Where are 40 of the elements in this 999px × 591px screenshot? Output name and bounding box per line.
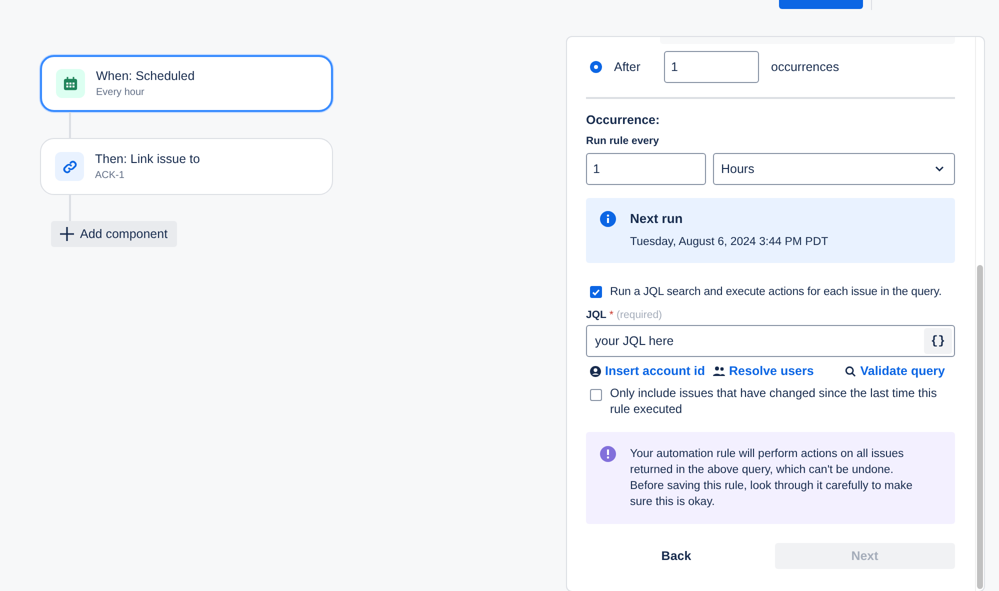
- rule-component-card[interactable]: Then: Link issue to ACK-1: [40, 138, 333, 195]
- exclamation-icon: [600, 446, 616, 462]
- info-icon: [600, 210, 616, 227]
- back-button[interactable]: Back: [586, 542, 766, 569]
- action-link[interactable]: Validate query: [845, 364, 945, 378]
- checkbox[interactable]: [590, 389, 602, 402]
- required-mark: *: [609, 308, 614, 322]
- action-link[interactable]: Insert account id: [590, 364, 706, 378]
- field-label: JQL: [586, 308, 606, 322]
- checkbox[interactable]: [590, 286, 602, 298]
- section-heading: Occurrence:: [586, 112, 661, 128]
- field-label: Run rule every: [586, 135, 660, 149]
- interval-input[interactable]: 1: [586, 152, 706, 185]
- action-link[interactable]: Resolve users: [713, 364, 814, 378]
- checkbox-label: Run a JQL search and execute actions for each issue in the query.: [610, 284, 942, 300]
- rule-component-card[interactable]: When: Scheduled Every hour: [40, 55, 333, 112]
- component-subtitle: Every hour: [96, 87, 146, 98]
- link-icon: [55, 152, 84, 181]
- search-icon: [845, 366, 856, 377]
- component-subtitle: ACK-1: [95, 170, 126, 181]
- people-icon: [713, 366, 726, 376]
- radio-label: After: [614, 58, 642, 76]
- plus-icon: [60, 227, 74, 241]
- required-hint: (required): [616, 308, 662, 322]
- checkbox-label: Only include issues that have changed since the last time this rule executed: [610, 386, 938, 418]
- person-icon: [590, 366, 601, 377]
- radio-button[interactable]: [590, 61, 602, 73]
- info-title: Next run: [630, 210, 684, 228]
- unit-select[interactable]: Hours: [713, 152, 955, 185]
- format-button[interactable]: {}: [924, 328, 952, 354]
- jql-input[interactable]: your JQL here {}: [586, 325, 955, 358]
- add-component-button[interactable]: Add component: [51, 221, 177, 247]
- next-run-time: Tuesday, August 6, 2024 3:44 PM PDT: [630, 234, 828, 250]
- component-title: Then: Link issue to: [95, 152, 200, 166]
- component-title: When: Scheduled: [96, 69, 195, 83]
- occurrences-input[interactable]: 1: [664, 51, 759, 83]
- chevron-down-icon: [935, 166, 944, 172]
- calendar-icon: [56, 69, 85, 98]
- warning-text: Your automation rule will perform actions on all issues returned in the above query, which can't be undone. Before saving this rule, look through it carefully to make sure this is okay.: [630, 446, 914, 510]
- occurrences-label: occurrences: [771, 58, 840, 76]
